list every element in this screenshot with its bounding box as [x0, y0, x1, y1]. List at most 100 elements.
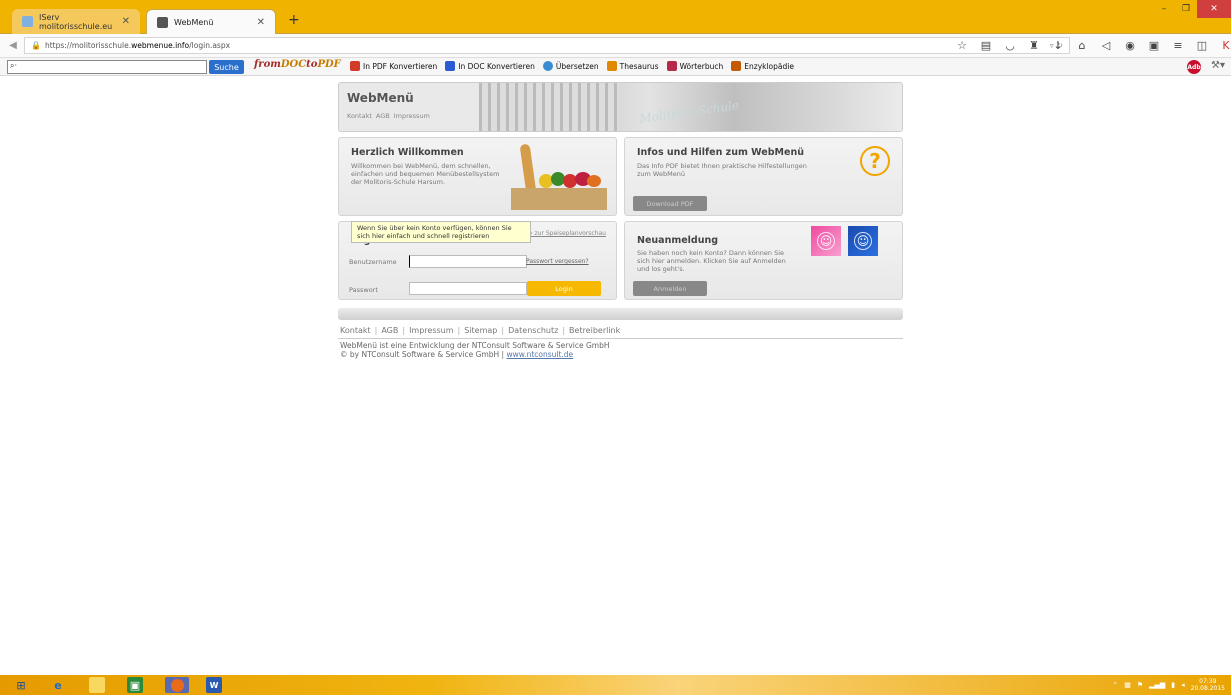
clock[interactable]: 07:39 20.08.2015 [1191, 678, 1225, 692]
school-sign: Molitoris-Schule [638, 98, 740, 126]
reading-list-icon[interactable]: ▤ [979, 38, 993, 52]
volume-icon[interactable]: ◂ [1181, 681, 1185, 689]
register-button[interactable]: Anmelden [633, 281, 707, 296]
copyright-text: © by NTConsult Software & Service GmbH | [340, 350, 505, 359]
close-icon[interactable]: ✕ [122, 16, 130, 27]
internet-explorer-icon[interactable]: e [50, 677, 66, 693]
chat-icon[interactable]: ◉ [1123, 38, 1137, 52]
address-bar[interactable]: 🔒 https://molitorisschule. webmenue.info /… [24, 37, 1070, 54]
separator: | [562, 326, 566, 335]
toolbar-link-pdf[interactable]: In PDF Konvertieren [350, 61, 437, 71]
separator: | [501, 326, 505, 335]
tab-webmenue[interactable]: WebMenü ✕ [146, 9, 276, 34]
flag-icon[interactable]: ⚑ [1137, 681, 1143, 689]
back-icon[interactable]: ◀ [2, 37, 24, 55]
adobe-icon[interactable]: Adb [1187, 60, 1202, 74]
grocery-bag-image [511, 143, 607, 210]
top-cards: Herzlich Willkommen Willkommen bei WebMe… [338, 137, 903, 216]
restore-icon[interactable]: ❐ [1175, 0, 1197, 18]
site-logo[interactable]: WebMenü [347, 91, 414, 105]
toolbar-search-input[interactable]: ⌕· [7, 60, 207, 74]
tray-app-icon[interactable]: ▦ [1124, 681, 1131, 689]
footer-separator-bar [338, 308, 903, 320]
windows-start-icon[interactable]: ⊞ [13, 677, 29, 693]
footer-link-kontakt[interactable]: Kontakt [340, 326, 371, 335]
minimize-icon[interactable]: – [1153, 0, 1175, 18]
word-icon[interactable]: W [206, 677, 222, 693]
toolbar-link-dictionary[interactable]: Wörterbuch [666, 61, 723, 71]
store-icon[interactable]: ▣ [127, 677, 143, 693]
separator: | [374, 326, 378, 335]
forgot-password-link[interactable]: Passwort vergessen? [526, 258, 589, 265]
close-icon[interactable]: ✕ [257, 17, 265, 28]
info-title: Infos und Hilfen zum WebMenü [637, 147, 804, 158]
tray-chevron-icon[interactable]: ⌃ [1112, 681, 1118, 689]
footer-link-impressum[interactable]: Impressum [409, 326, 453, 335]
toolbar-link-doc[interactable]: In DOC Konvertieren [445, 61, 535, 71]
footer-link-agb[interactable]: AGB [381, 326, 398, 335]
save-icon[interactable]: ▣ [1147, 38, 1161, 52]
toolbar-right: Adb ⚒▾ [1187, 60, 1225, 74]
bookmark-star-icon[interactable]: ☆ [955, 38, 969, 52]
login-button[interactable]: Login [527, 281, 601, 296]
lock-icon: 🔒 [31, 41, 41, 50]
footer-link-sitemap[interactable]: Sitemap [464, 326, 497, 335]
toolbar-search-button[interactable]: Suche [209, 60, 244, 74]
help-question-icon: ? [860, 146, 890, 176]
download-pdf-button[interactable]: Download PDF [633, 196, 707, 211]
welcome-title: Herzlich Willkommen [351, 147, 464, 158]
tab-label: IServ molitorisschule.eu [39, 12, 113, 31]
home-icon[interactable]: ⌂ [1075, 38, 1089, 52]
navigation-bar: ◀ 🔒 https://molitorisschule. webmenue.inf… [0, 34, 1231, 58]
encyclopedia-icon [731, 61, 742, 71]
battery-icon[interactable]: ▮ [1171, 681, 1175, 689]
firefox-icon[interactable] [165, 677, 189, 693]
brand-part: from [254, 59, 281, 70]
smiley-pink-icon: ☺ [811, 226, 841, 256]
network-icon[interactable]: ▂▄▆ [1149, 681, 1165, 689]
username-label: Benutzername [349, 258, 397, 266]
password-input[interactable] [409, 282, 527, 295]
footer-link-datenschutz[interactable]: Datenschutz [508, 326, 558, 335]
welcome-text: Willkommen bei WebMenü, dem schnellen, e… [351, 162, 500, 186]
paper-bag-shape [511, 188, 607, 210]
download-icon[interactable]: ↓ [1051, 38, 1065, 52]
footer-link-betreiberlink[interactable]: Betreiberlink [569, 326, 620, 335]
addon-icon[interactable]: ♜ [1027, 38, 1041, 52]
toolbar-link-translate[interactable]: Übersetzen [542, 61, 599, 71]
sidebar-icon[interactable]: ◫ [1195, 38, 1209, 52]
clock-time: 07:39 [1199, 678, 1217, 685]
username-input[interactable] [409, 255, 527, 268]
url-host: webmenue.info [131, 41, 190, 50]
pocket-icon[interactable]: ◡ [1003, 38, 1017, 52]
browser-tab-strip: IServ molitorisschule.eu ✕ WebMenü ✕ + –… [0, 0, 1231, 34]
register-title: Neuanmeldung [637, 235, 719, 246]
school-photo: Molitoris-Schule [479, 83, 902, 131]
share-icon[interactable]: ◁ [1099, 38, 1113, 52]
tools-icon[interactable]: ⚒▾ [1211, 60, 1225, 74]
ntconsult-link[interactable]: www.ntconsult.de [506, 350, 573, 359]
doc-convert-icon [445, 61, 456, 71]
toolbar-link-thesaurus[interactable]: Thesaurus [606, 61, 659, 71]
footer-divider [338, 338, 903, 339]
file-explorer-icon[interactable] [89, 677, 105, 693]
new-tab-icon[interactable]: + [288, 12, 300, 28]
link-label: In DOC Konvertieren [458, 61, 535, 71]
url-prefix: https://molitorisschule. [44, 41, 132, 50]
menu-preview-link[interactable]: » zur Speiseplanvorschau [529, 230, 606, 237]
addon-toolbar: ⌕· Suche fromDOCtoPDF In PDF Konvertiere… [0, 58, 1231, 76]
info-text: Das Info PDF bietet Ihnen praktische Hil… [637, 162, 807, 178]
footer-line-2: © by NTConsult Software & Service GmbH |… [340, 350, 903, 359]
fruit-shape [587, 175, 601, 187]
header-link-impressum[interactable]: Impressum [394, 112, 430, 120]
fromdoctopdf-logo[interactable]: fromDOCtoPDF [254, 59, 341, 70]
close-window-icon[interactable]: ✕ [1197, 0, 1231, 18]
window-controls: – ❐ ✕ [1153, 0, 1231, 18]
tab-iserv[interactable]: IServ molitorisschule.eu ✕ [12, 9, 140, 34]
menu-icon[interactable]: ≡ [1171, 38, 1185, 52]
extension-k-icon[interactable]: K [1219, 38, 1231, 52]
toolbar-link-encyclopedia[interactable]: Enzyklopädie [731, 61, 794, 71]
header-link-kontakt[interactable]: Kontakt [347, 112, 372, 120]
header-link-agb[interactable]: AGB [376, 112, 390, 120]
link-label: Thesaurus [619, 61, 659, 71]
